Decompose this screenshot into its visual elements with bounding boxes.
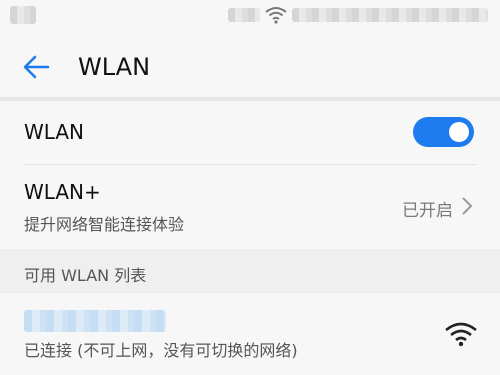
wlan-plus-subtitle: 提升网络智能连接体验 [24, 215, 185, 234]
back-arrow-icon[interactable] [20, 51, 52, 83]
network-ssid-blurred [24, 310, 166, 332]
row-divider [24, 164, 476, 165]
network-status: 已连接 (不可上网，没有可切换的网络) [24, 341, 298, 360]
available-networks-label: 可用 WLAN 列表 [24, 266, 147, 285]
wifi-signal-icon [445, 322, 477, 347]
status-bar [0, 0, 500, 32]
toggle-knob [449, 122, 469, 142]
wlan-label: WLAN [24, 120, 85, 144]
wlan-plus-label: WLAN+ [24, 180, 101, 204]
header-divider [0, 97, 500, 101]
wifi-status-icon [265, 7, 287, 24]
chevron-right-icon [462, 197, 473, 215]
status-left-blur [10, 6, 36, 24]
status-time-blur [228, 8, 260, 22]
page-title: WLAN [78, 53, 151, 81]
title-bar: WLAN [0, 34, 500, 98]
status-right-blur [292, 8, 488, 22]
wlan-toggle[interactable] [413, 117, 474, 147]
wlan-plus-status: 已开启 [402, 201, 453, 221]
